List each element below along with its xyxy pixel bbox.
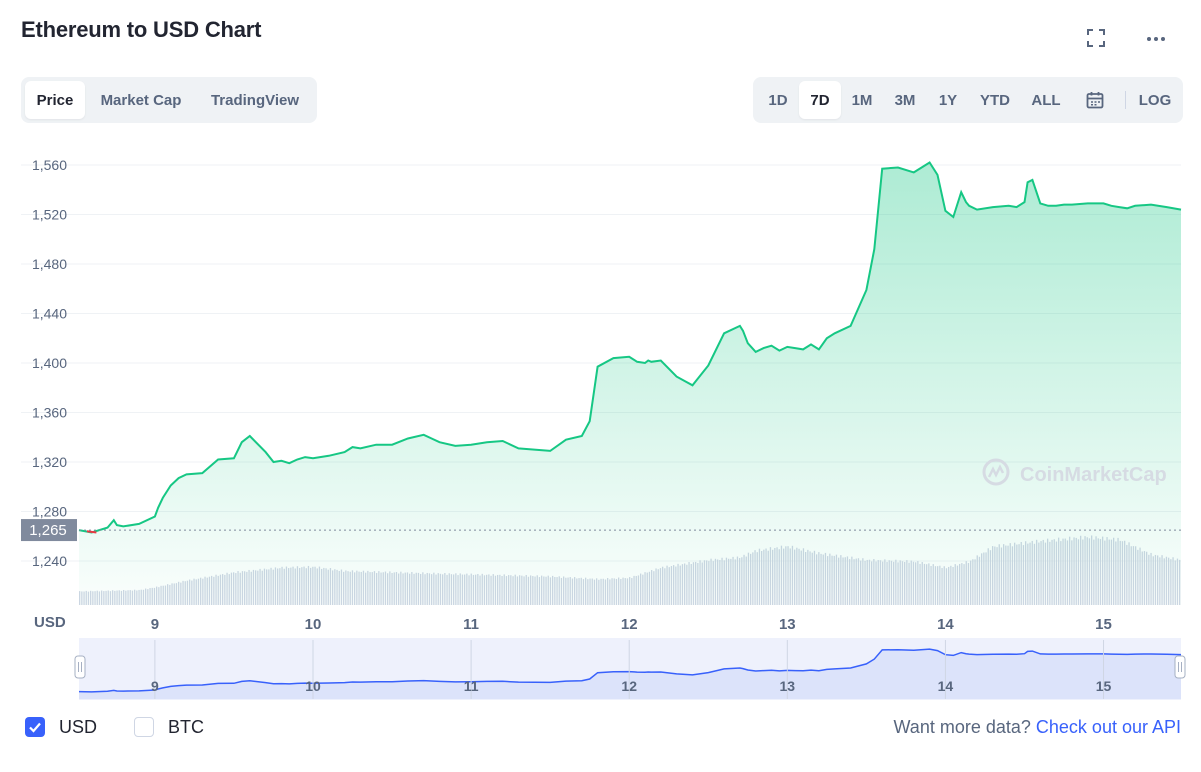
navigator-tick-label: 11	[464, 678, 479, 694]
y-tick-label: 1,440	[32, 306, 67, 322]
range-navigator[interactable]: 9 10 11 12 13 14 15	[74, 638, 1186, 700]
navigator-right-handle[interactable]	[1174, 655, 1186, 679]
x-tick-label: 15	[1095, 616, 1112, 633]
navigator-tick-label: 9	[151, 678, 159, 694]
api-promo-text: Want more data?	[893, 717, 1031, 737]
x-tick-label: 9	[151, 616, 159, 633]
btc-label: BTC	[168, 717, 204, 737]
x-tick-label: 12	[621, 616, 638, 633]
x-tick-label: 13	[779, 616, 796, 633]
navigator-tick-label: 10	[305, 678, 321, 694]
price-chart[interactable]: 1,240 1,280 1,320 1,360 1,400 1,440 1,480 1,520…	[0, 0, 1201, 715]
price-line-down-segment	[86, 530, 97, 534]
y-tick-label: 1,560	[32, 157, 67, 173]
y-tick-label: 1,320	[32, 454, 67, 470]
navigator-tick-label: 12	[621, 678, 637, 694]
api-link[interactable]: Check out our API	[1036, 717, 1181, 737]
y-tick-label: 1,240	[32, 553, 67, 569]
reference-price-label: 1,265	[29, 522, 67, 539]
usd-checkbox[interactable]	[25, 717, 45, 737]
currency-axis-label: USD	[34, 614, 66, 631]
y-tick-label: 1,480	[32, 256, 67, 272]
x-tick-label: 11	[463, 616, 479, 633]
api-promo: Want more data? Check out our API	[893, 717, 1181, 738]
y-tick-label: 1,400	[32, 355, 67, 371]
x-axis-labels: 9 10 11 12 13 14 15	[151, 616, 1112, 633]
x-tick-label: 10	[305, 616, 322, 633]
navigator-tick-label: 13	[780, 678, 796, 694]
btc-checkbox[interactable]	[134, 717, 154, 737]
navigator-left-handle[interactable]	[74, 655, 86, 679]
y-tick-label: 1,280	[32, 504, 67, 520]
y-tick-label: 1,520	[32, 207, 67, 223]
usd-label: USD	[59, 717, 98, 737]
y-axis-labels: 1,240 1,280 1,320 1,360 1,400 1,440 1,480 1,520…	[32, 157, 67, 569]
x-tick-label: 14	[937, 616, 954, 633]
checkmark-icon	[29, 722, 41, 733]
y-tick-label: 1,360	[32, 405, 67, 421]
reference-price-tag: 1,265	[21, 519, 77, 542]
watermark-text: CoinMarketCap	[1020, 464, 1167, 486]
navigator-tick-label: 14	[938, 678, 954, 694]
price-area	[79, 162, 1181, 605]
navigator-tick-label: 15	[1096, 678, 1112, 694]
chart-footer: USD BTC Want more data? Check out our AP…	[21, 712, 1181, 744]
